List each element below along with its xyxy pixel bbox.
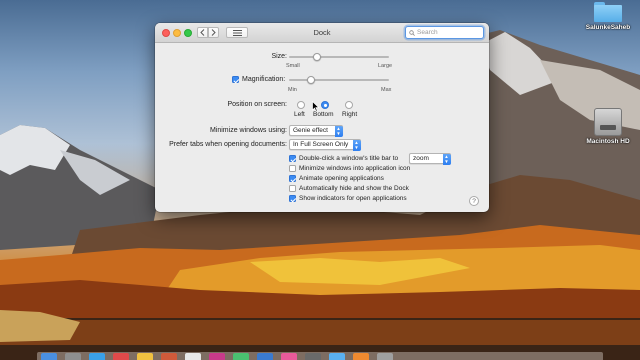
size-min-label: Small [286, 63, 300, 69]
magnification-min-label: Min [288, 87, 297, 93]
search-icon [409, 29, 415, 36]
dock-app-trash[interactable] [377, 353, 393, 360]
dock-app-calendar[interactable] [161, 353, 177, 360]
dock-app-books[interactable] [353, 353, 369, 360]
position-left-label: Left [294, 111, 305, 118]
search-input[interactable] [417, 29, 477, 36]
dock [37, 352, 603, 360]
prefer-tabs-value: In Full Screen Only [293, 141, 349, 148]
minimize-into-icon-checkbox[interactable] [289, 165, 296, 172]
dock-app-photos[interactable] [209, 353, 225, 360]
dock-app-safari[interactable] [89, 353, 105, 360]
position-bottom-radio[interactable] [321, 101, 329, 109]
search-field[interactable] [405, 26, 484, 39]
dock-app-app-store[interactable] [329, 353, 345, 360]
magnification-slider-track[interactable] [289, 79, 389, 81]
position-label: Position on screen: [227, 101, 287, 108]
position-left-radio[interactable] [297, 101, 305, 109]
size-slider-track[interactable] [289, 56, 389, 58]
minimize-effect-popup[interactable]: Genie effect ▲ ▼ [289, 125, 343, 137]
desktop-folder-label: SalunkeSaheb [585, 24, 631, 31]
magnification-label: Magnification: [242, 76, 286, 83]
popup-stepper-icon: ▲ ▼ [334, 125, 343, 137]
dock-app-mail[interactable] [113, 353, 129, 360]
dock-app-messages[interactable] [233, 353, 249, 360]
minimize-into-icon-label: Minimize windows into application icon [299, 165, 411, 172]
size-max-label: Large [378, 63, 393, 69]
pointer-cursor-icon [312, 101, 320, 112]
position-bottom-label: Bottom [313, 111, 334, 118]
size-slider-knob[interactable] [313, 52, 321, 61]
hard-drive-icon [594, 108, 622, 136]
magnification-slider-knob[interactable] [307, 75, 315, 84]
preferences-content: Size: Small Large Magnification: Min Max… [155, 43, 489, 212]
window-titlebar[interactable]: Dock [155, 23, 489, 43]
minimize-effect-value: Genie effect [293, 127, 328, 134]
dock-app-reminders[interactable] [185, 353, 201, 360]
position-right-label: Right [342, 111, 358, 118]
dock-app-notes[interactable] [137, 353, 153, 360]
animate-opening-checkbox[interactable] [289, 175, 296, 182]
double-click-label: Double-click a window's title bar to [299, 155, 399, 162]
dock-app-launchpad[interactable] [65, 353, 81, 360]
folder-icon [594, 2, 622, 22]
autohide-dock-label: Automatically hide and show the Dock [299, 185, 409, 192]
double-click-action-value: zoom [413, 155, 429, 162]
show-indicators-checkbox[interactable] [289, 195, 296, 202]
autohide-dock-checkbox[interactable] [289, 185, 296, 192]
dock-app-finder[interactable] [41, 353, 57, 360]
prefer-tabs-popup[interactable]: In Full Screen Only ▲ ▼ [289, 139, 361, 151]
popup-stepper-icon: ▲ ▼ [442, 153, 451, 165]
size-label: Size: [271, 53, 287, 60]
magnification-checkbox[interactable] [232, 76, 239, 83]
dock-app-system-preferences[interactable] [305, 353, 321, 360]
dock-app-facetime[interactable] [257, 353, 273, 360]
dock-app-music[interactable] [281, 353, 297, 360]
magnification-max-label: Max [381, 87, 392, 93]
minimize-label: Minimize windows using: [209, 127, 287, 134]
double-click-action-popup[interactable]: zoom ▲ ▼ [409, 153, 451, 165]
desktop-drive-label: Macintosh HD [586, 138, 630, 145]
desktop-drive[interactable]: Macintosh HD [578, 108, 638, 145]
animate-opening-label: Animate opening applications [299, 175, 384, 182]
position-right-radio[interactable] [345, 101, 353, 109]
help-button[interactable]: ? [469, 196, 479, 206]
desktop-folder[interactable]: SalunkeSaheb [578, 2, 638, 31]
popup-stepper-icon: ▲ ▼ [352, 139, 361, 151]
double-click-checkbox[interactable] [289, 155, 296, 162]
dock-preferences-window: Dock Size: Small Large Magnification: Mi… [155, 23, 489, 212]
show-indicators-label: Show indicators for open applications [299, 195, 407, 202]
prefer-tabs-label: Prefer tabs when opening documents: [169, 141, 287, 148]
